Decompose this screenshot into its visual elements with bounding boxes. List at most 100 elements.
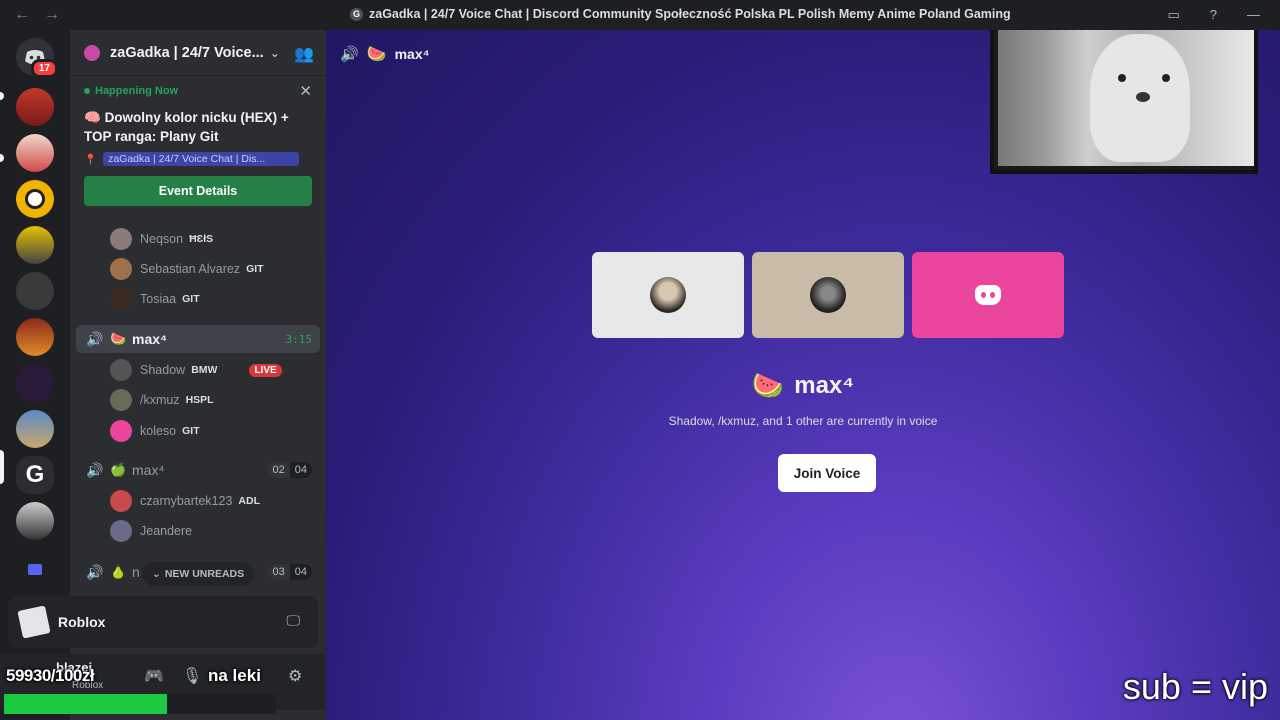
username: Jeandere bbox=[140, 524, 193, 538]
voice-channel[interactable]: 🔊 🍏 max⁴ 02 04 bbox=[76, 456, 320, 484]
voice-title: 🍉 max⁴ bbox=[326, 370, 1280, 401]
role-tag: GIT bbox=[182, 425, 200, 437]
server-avatar-4[interactable] bbox=[16, 226, 54, 264]
dm-home-button[interactable]: 17 bbox=[16, 38, 58, 78]
participant-tile[interactable] bbox=[592, 252, 744, 338]
speaker-icon: 🔊 bbox=[340, 46, 359, 63]
server-avatar-1[interactable] bbox=[16, 88, 54, 126]
voice-user[interactable]: Shadow BMW LIVE bbox=[110, 357, 282, 383]
brain-icon: 🧠 bbox=[84, 110, 105, 125]
channel-list: Neqson ĦƐłS Sebastian Alvarez GIT Tosiaa GI… bbox=[70, 216, 326, 620]
avatar bbox=[110, 288, 132, 310]
voice-user[interactable]: /kxmuz HSPL bbox=[110, 387, 214, 413]
add-member-icon[interactable]: 👥 bbox=[294, 44, 314, 64]
location-pin-icon: 📍 bbox=[84, 153, 98, 166]
server-avatar-3[interactable] bbox=[16, 180, 54, 218]
username: Neqson bbox=[140, 232, 184, 246]
chevron-down-icon: ⌄ bbox=[269, 45, 280, 60]
screen-share-icon[interactable]: 🖵 bbox=[287, 612, 301, 629]
help-icon[interactable]: ? bbox=[1210, 7, 1217, 23]
happening-label: Happening Now bbox=[95, 85, 179, 97]
speaker-icon: 🔊 bbox=[86, 563, 104, 580]
close-icon[interactable]: ✕ bbox=[299, 82, 312, 100]
watermelon-icon: 🍉 bbox=[110, 331, 127, 346]
chevron-down-icon: ⌄ bbox=[152, 568, 161, 580]
participant-tile[interactable] bbox=[912, 252, 1064, 338]
voice-user[interactable]: koleso GIT bbox=[110, 418, 200, 444]
voice-user[interactable]: Tosiaa GIT bbox=[110, 286, 200, 312]
username: Sebastian Alvarez bbox=[140, 262, 241, 276]
user-count: 02 04 bbox=[267, 462, 312, 478]
username: czarnybartek123 bbox=[140, 494, 233, 508]
user-count: 03 04 bbox=[267, 564, 312, 580]
avatar bbox=[110, 359, 132, 381]
server-avatar-2[interactable] bbox=[16, 134, 54, 172]
event-details-button[interactable]: Event Details bbox=[84, 176, 312, 206]
username: koleso bbox=[140, 424, 177, 438]
avatar bbox=[110, 389, 132, 411]
new-unreads-button[interactable]: ⌄ NEW UNREADS bbox=[142, 562, 255, 586]
username: Tosiaa bbox=[140, 292, 177, 306]
avatar bbox=[810, 277, 846, 313]
donation-goal-label: na leki bbox=[208, 666, 261, 685]
roblox-icon bbox=[17, 605, 51, 639]
server-avatar-9[interactable] bbox=[16, 502, 54, 540]
microphone-icon[interactable]: 🎙 bbox=[182, 666, 202, 686]
count-max: 04 bbox=[289, 564, 312, 580]
live-dot-icon bbox=[84, 88, 90, 94]
role-tag: ĦƐłS bbox=[189, 233, 214, 245]
voice-members-summary: Shadow, /kxmuz, and 1 other are currentl… bbox=[668, 414, 938, 428]
voice-user[interactable]: Jeandere bbox=[110, 518, 198, 544]
server-avatar-7[interactable] bbox=[16, 364, 54, 402]
event-card: Happening Now ✕ 🧠 Dowolny kolor nicku (H… bbox=[70, 78, 326, 214]
join-voice-button[interactable]: Join Voice bbox=[778, 454, 876, 492]
donation-progress-bar bbox=[4, 694, 276, 714]
role-tag: BMW bbox=[191, 364, 218, 376]
forward-arrow-icon[interactable]: → bbox=[44, 6, 60, 24]
speaker-icon: 🔊 bbox=[86, 330, 104, 347]
username: /kxmuz bbox=[140, 393, 180, 407]
discord-logo-icon bbox=[975, 285, 1001, 305]
server-selected-pip bbox=[0, 450, 4, 484]
back-arrow-icon[interactable]: ← bbox=[14, 6, 30, 24]
window-controls: ▭ ? — bbox=[1167, 7, 1260, 23]
inbox-icon[interactable]: ▭ bbox=[1167, 7, 1179, 23]
server-avatar-8[interactable] bbox=[16, 410, 54, 448]
guild-header[interactable]: zaGadka | 24/7 Voice... ⌄ 👥 bbox=[70, 30, 326, 76]
stream-pip-video[interactable] bbox=[990, 30, 1258, 174]
channel-name: n bbox=[132, 564, 140, 580]
apple-icon: 🍏 bbox=[110, 462, 127, 477]
voice-user[interactable]: Neqson ĦƐłS bbox=[110, 226, 213, 252]
dog-eye bbox=[1118, 74, 1126, 82]
username: Shadow bbox=[140, 363, 186, 377]
event-title: 🧠 Dowolny kolor nicku (HEX) + TOP ranga:… bbox=[84, 108, 312, 146]
server-avatar-5[interactable] bbox=[16, 272, 54, 310]
voice-user[interactable]: Sebastian Alvarez GIT bbox=[110, 256, 264, 282]
voice-user[interactable]: czarnybartek123 ADL bbox=[110, 488, 260, 514]
event-title-text: Dowolny kolor nicku (HEX) + TOP ranga: P… bbox=[84, 110, 289, 144]
channel-name: max⁴ bbox=[132, 331, 167, 347]
count-max: 04 bbox=[289, 462, 312, 478]
speaker-icon: 🔊 bbox=[86, 461, 104, 478]
activity-panel[interactable]: Roblox 🖵 bbox=[8, 596, 318, 648]
settings-gear-icon[interactable]: ⚙ bbox=[288, 666, 302, 686]
dog-nose bbox=[1136, 92, 1150, 102]
avatar bbox=[110, 258, 132, 280]
server-avatar-6[interactable] bbox=[16, 318, 54, 356]
server-folder[interactable] bbox=[16, 554, 54, 584]
role-tag: GIT bbox=[182, 293, 200, 305]
participant-tiles bbox=[592, 252, 1064, 338]
participant-tile[interactable] bbox=[752, 252, 904, 338]
role-tag: HSPL bbox=[185, 394, 214, 406]
voice-channel-active[interactable]: 🔊 🍉 max⁴ 3:15 bbox=[76, 325, 320, 353]
minimize-icon[interactable]: — bbox=[1247, 7, 1260, 23]
new-unreads-label: NEW UNREADS bbox=[164, 568, 245, 580]
server-zagadka[interactable]: G bbox=[16, 456, 54, 494]
event-location: 📍 zaGadka | 24/7 Voice Chat | Dis... bbox=[84, 152, 312, 166]
location-chip[interactable]: zaGadka | 24/7 Voice Chat | Dis... bbox=[103, 152, 300, 166]
header-channel-name: max⁴ bbox=[394, 46, 430, 62]
channel-name: max⁴ bbox=[132, 462, 165, 478]
avatar bbox=[110, 520, 132, 542]
gamepad-icon[interactable]: 🎮 bbox=[144, 666, 164, 686]
watermelon-icon: 🍉 bbox=[366, 46, 387, 63]
